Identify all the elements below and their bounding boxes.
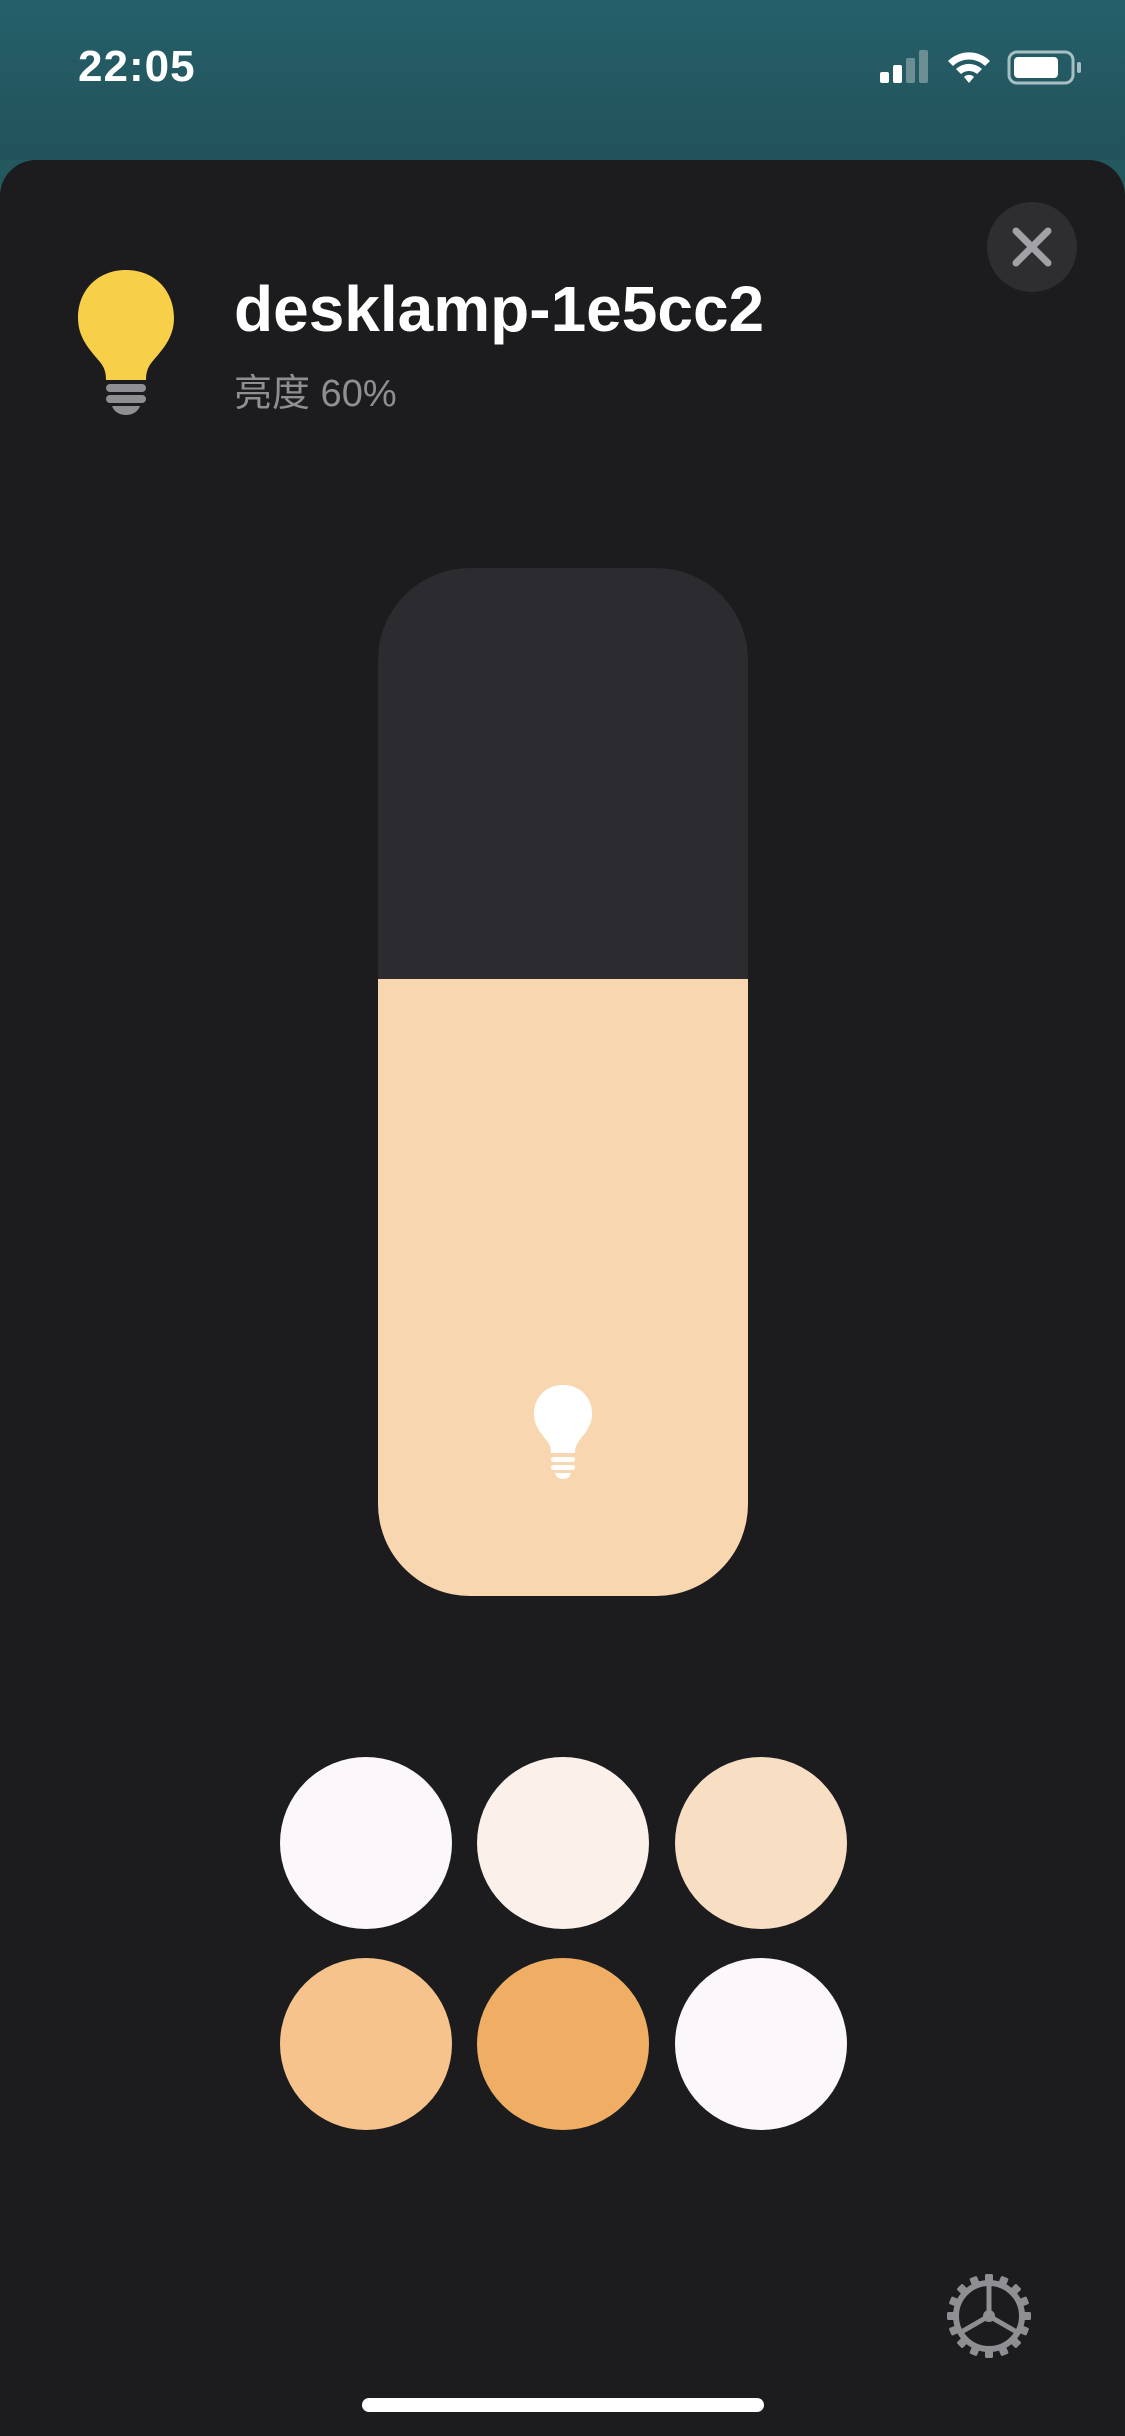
battery-icon bbox=[1007, 50, 1081, 85]
color-swatch-4[interactable] bbox=[280, 1958, 452, 2130]
color-swatch-5[interactable] bbox=[477, 1958, 649, 2130]
home-indicator bbox=[362, 2398, 764, 2412]
brightness-label: 亮度 60% bbox=[234, 373, 397, 415]
cellular-signal-icon bbox=[880, 50, 928, 83]
close-icon bbox=[1012, 227, 1052, 267]
color-swatch-6[interactable] bbox=[675, 1958, 847, 2130]
wifi-icon bbox=[948, 52, 990, 83]
gear-icon bbox=[947, 2274, 1031, 2358]
settings-button[interactable] bbox=[945, 2272, 1033, 2360]
status-icons bbox=[880, 48, 1085, 88]
device-name: desklamp-1e5cc2 bbox=[234, 273, 765, 345]
lightbulb-icon bbox=[534, 1385, 592, 1479]
status-bar: 22:05 bbox=[0, 0, 1125, 160]
color-swatch-2[interactable] bbox=[477, 1757, 649, 1929]
lightbulb-icon bbox=[78, 270, 174, 415]
color-swatch-1[interactable] bbox=[280, 1757, 452, 1929]
color-swatch-3[interactable] bbox=[675, 1757, 847, 1929]
brightness-slider[interactable] bbox=[378, 568, 748, 1596]
close-button[interactable] bbox=[987, 202, 1077, 292]
status-time: 22:05 bbox=[78, 42, 196, 91]
brightness-slider-fill bbox=[378, 979, 748, 1596]
